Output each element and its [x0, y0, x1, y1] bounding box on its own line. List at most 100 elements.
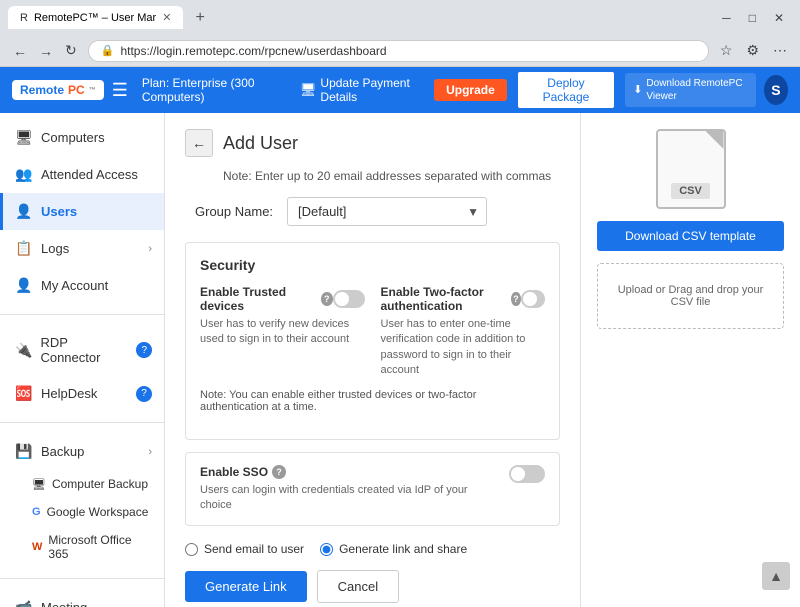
two-factor-desc: User has to enter one-time verification …	[381, 317, 546, 379]
sidebar-divider-1	[0, 314, 164, 315]
back-nav-button[interactable]: ←	[8, 39, 32, 62]
minimize-button[interactable]: ─	[714, 9, 739, 27]
maximize-button[interactable]: □	[741, 9, 764, 27]
group-name-field: Group Name: [Default] ▼	[195, 197, 560, 226]
download-viewer-button[interactable]: ⬇ Download RemotePC Viewer	[625, 73, 756, 107]
page-title: Add User	[223, 133, 298, 154]
security-section: Security Enable Trusted devices ?	[185, 242, 560, 440]
sidebar-item-rdp-connector[interactable]: 🔌 RDP Connector ?	[0, 325, 164, 375]
trusted-devices-label: Enable Trusted devices ?	[200, 285, 333, 313]
email-note: Note: Enter up to 20 email addresses sep…	[223, 169, 560, 183]
sidebar-divider-3	[0, 578, 164, 579]
forward-nav-button[interactable]: →	[34, 39, 58, 62]
send-email-input[interactable]	[185, 543, 198, 556]
sidebar-item-my-account[interactable]: 👤 My Account	[0, 267, 164, 304]
two-factor-toggle[interactable]	[521, 290, 545, 308]
sidebar-item-logs[interactable]: 📋 Logs ›	[0, 230, 164, 267]
more-options-icon[interactable]: ⋯	[768, 39, 792, 62]
url-text: https://login.remotepc.com/rpcnew/userda…	[120, 44, 386, 58]
backup-expand-icon: ›	[148, 446, 152, 458]
group-select[interactable]: [Default]	[287, 197, 487, 226]
app-header: RemotePC ™ ☰ Plan: Enterprise (300 Compu…	[0, 67, 800, 113]
sso-option: Enable SSO ? Users can login with creden…	[200, 465, 545, 514]
send-email-radio[interactable]: Send email to user	[185, 542, 304, 556]
logs-icon: 📋	[15, 240, 33, 257]
sidebar-item-meeting[interactable]: 📹 Meeting	[0, 589, 164, 607]
back-button[interactable]: ←	[185, 129, 213, 157]
attended-access-icon: 👥	[15, 166, 33, 183]
generate-link-button[interactable]: Generate Link	[185, 571, 307, 602]
meeting-icon: 📹	[15, 599, 33, 607]
sidebar-item-helpdesk[interactable]: 🆘 HelpDesk ?	[0, 375, 164, 412]
new-tab-button[interactable]: +	[189, 7, 210, 29]
rdp-badge: ?	[136, 342, 152, 358]
sidebar-connector-section: 🔌 RDP Connector ? 🆘 HelpDesk ?	[0, 319, 164, 418]
window-controls: ─ □ ✕	[714, 9, 792, 27]
sidebar-item-users[interactable]: 👤 Users	[0, 193, 164, 230]
scroll-top-button[interactable]: ▲	[762, 562, 790, 590]
generate-link-radio[interactable]: Generate link and share	[320, 542, 467, 556]
sidebar-item-computer-backup[interactable]: 🖥 Computer Backup	[0, 470, 164, 498]
two-factor-header: Enable Two-factor authentication ?	[381, 285, 546, 313]
sidebar-item-backup[interactable]: 💾 Backup ›	[0, 433, 164, 470]
delivery-method-radio-group: Send email to user Generate link and sha…	[185, 542, 560, 556]
rdp-connector-icon: 🔌	[15, 342, 32, 359]
sidebar-item-computers[interactable]: 🖥 Computers	[0, 119, 164, 156]
sidebar-item-google-workspace[interactable]: G Google Workspace	[0, 498, 164, 526]
browser-address-bar: ← → ↻ 🔒 https://login.remotepc.com/rpcne…	[0, 35, 800, 66]
trusted-devices-option: Enable Trusted devices ? User has to ver…	[200, 285, 365, 379]
sidebar-backup-section: 💾 Backup › 🖥 Computer Backup G Google Wo…	[0, 427, 164, 574]
sidebar-item-attended-access[interactable]: 👥 Attended Access	[0, 156, 164, 193]
trusted-devices-slider	[333, 290, 365, 308]
refresh-button[interactable]: ↻	[60, 39, 82, 62]
group-label: Group Name:	[195, 204, 275, 219]
csv-upload-area[interactable]: Upload or Drag and drop your CSV file	[597, 263, 784, 329]
sidebar-item-microsoft-office[interactable]: W Microsoft Office 365	[0, 526, 164, 568]
group-select-wrapper: [Default] ▼	[287, 197, 487, 226]
sso-info-icon[interactable]: ?	[272, 465, 286, 479]
update-payment-link[interactable]: 🖥 Update Payment Details	[300, 76, 424, 104]
close-button[interactable]: ✕	[766, 9, 792, 27]
main-layout: 🖥 Computers 👥 Attended Access 👤 Users 📋 …	[0, 113, 800, 607]
logo-remote: Remote	[20, 83, 64, 97]
user-avatar[interactable]: S	[764, 75, 788, 105]
logs-expand-icon: ›	[148, 243, 152, 255]
security-options: Enable Trusted devices ? User has to ver…	[200, 285, 545, 379]
trusted-devices-desc: User has to verify new devices used to s…	[200, 317, 365, 348]
tab-title: RemotePC™ – User Mar	[34, 12, 156, 24]
address-bar[interactable]: 🔒 https://login.remotepc.com/rpcnew/user…	[88, 40, 709, 62]
action-buttons: Generate Link Cancel	[185, 570, 560, 603]
trusted-devices-toggle[interactable]	[333, 290, 365, 308]
page-header: ← Add User	[185, 129, 560, 157]
security-title: Security	[200, 257, 545, 273]
browser-chrome: R RemotePC™ – User Mar ✕ + ─ □ ✕ ← → ↻ 🔒…	[0, 0, 800, 67]
trusted-devices-header: Enable Trusted devices ?	[200, 285, 365, 313]
sso-toggle[interactable]	[509, 465, 545, 483]
users-icon: 👤	[15, 203, 33, 220]
deploy-package-button[interactable]: Deploy Package	[517, 71, 615, 109]
sso-slider	[509, 465, 545, 483]
trusted-devices-info-icon[interactable]: ?	[321, 292, 333, 306]
tab-close-icon[interactable]: ✕	[162, 11, 171, 24]
two-factor-option: Enable Two-factor authentication ? User …	[381, 285, 546, 379]
lock-icon: 🔒	[101, 44, 115, 57]
backup-icon: 💾	[15, 443, 33, 460]
tab-favicon: R	[20, 12, 28, 24]
hamburger-menu[interactable]: ☰	[112, 80, 128, 101]
sso-content: Enable SSO ? Users can login with creden…	[200, 465, 499, 514]
csv-file-icon: CSV	[656, 129, 726, 209]
two-factor-info-icon[interactable]: ?	[511, 292, 520, 306]
cancel-button[interactable]: Cancel	[317, 570, 399, 603]
extensions-icon[interactable]: ⚙	[741, 39, 764, 62]
app-logo: RemotePC ™	[12, 80, 104, 100]
right-panel: CSV Download CSV template Upload or Drag…	[580, 113, 800, 607]
browser-tab: R RemotePC™ – User Mar ✕	[8, 6, 183, 29]
download-csv-button[interactable]: Download CSV template	[597, 221, 784, 251]
two-factor-slider	[521, 290, 545, 308]
computers-icon: 🖥	[15, 129, 33, 146]
security-note: Note: You can enable either trusted devi…	[200, 389, 545, 413]
logo-area: RemotePC ™ ☰	[12, 80, 128, 101]
bookmark-icon[interactable]: ☆	[715, 39, 738, 62]
upgrade-button[interactable]: Upgrade	[434, 79, 507, 101]
generate-link-input[interactable]	[320, 543, 333, 556]
